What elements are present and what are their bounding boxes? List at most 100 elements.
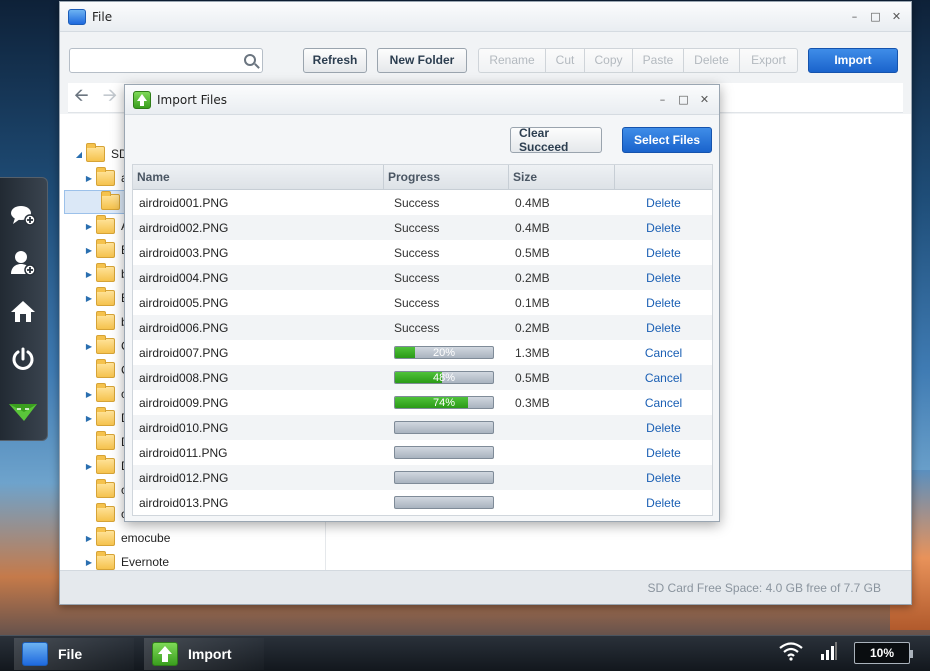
expand-icon[interactable]: ▶: [84, 558, 94, 567]
select-files-button[interactable]: Select Files: [622, 127, 712, 153]
file-name: airdroid004.PNG: [139, 270, 229, 285]
back-arrow-icon[interactable]: 🡨: [74, 83, 89, 113]
delete-link[interactable]: Delete: [615, 215, 712, 240]
delete-link[interactable]: Delete: [615, 240, 712, 265]
delete-link[interactable]: Delete: [615, 465, 712, 490]
file-size: [509, 490, 615, 515]
delete-button[interactable]: Delete: [683, 47, 739, 73]
progress-cell: [384, 465, 509, 490]
folder-icon: [96, 335, 115, 354]
battery-indicator[interactable]: 10%: [854, 641, 913, 664]
copy-button[interactable]: Copy: [584, 47, 632, 73]
close-icon[interactable]: ✕: [698, 93, 711, 106]
search-box: [69, 47, 263, 73]
folder-icon: [96, 287, 115, 306]
upload-status: Success: [394, 320, 440, 335]
signal-icon[interactable]: [820, 642, 838, 663]
taskbar: File Import 10%: [0, 635, 930, 671]
search-icon[interactable]: [244, 53, 256, 66]
rename-button[interactable]: Rename: [478, 47, 545, 73]
user-add-icon[interactable]: [8, 248, 38, 278]
file-name: airdroid010.PNG: [139, 420, 229, 435]
upload-status: Success: [394, 245, 440, 260]
minimize-icon[interactable]: –: [848, 10, 861, 23]
file-size: 0.3MB: [515, 395, 550, 410]
progress-text: 74%: [432, 397, 456, 409]
expand-icon[interactable]: ▶: [84, 174, 94, 183]
import-dialog-titlebar[interactable]: Import Files – □ ✕: [125, 85, 719, 115]
folder-icon: [96, 407, 115, 426]
file-window-title: File: [92, 9, 113, 24]
export-button[interactable]: Export: [739, 47, 798, 73]
delete-link[interactable]: Delete: [615, 315, 712, 340]
airdroid-logo-icon[interactable]: [8, 396, 38, 426]
wifi-icon[interactable]: [778, 641, 804, 664]
file-size: 0.5MB: [515, 245, 550, 260]
search-input[interactable]: [74, 49, 234, 71]
taskbar-item-import[interactable]: Import: [144, 638, 264, 670]
file-name: airdroid009.PNG: [139, 395, 229, 410]
file-size: 0.2MB: [515, 270, 550, 285]
expand-icon[interactable]: ▶: [84, 270, 94, 279]
power-icon[interactable]: [8, 344, 38, 374]
expand-icon[interactable]: ▶: [84, 414, 94, 423]
progress-text: [395, 497, 493, 508]
progress-bar: 20%: [394, 346, 494, 359]
column-header-size[interactable]: Size: [509, 165, 615, 189]
clear-succeed-button[interactable]: Clear Succeed: [510, 126, 602, 154]
delete-link[interactable]: Delete: [615, 290, 712, 315]
close-icon[interactable]: ✕: [890, 10, 903, 23]
file-size: [509, 465, 615, 490]
home-icon[interactable]: [8, 296, 38, 326]
expand-icon[interactable]: ▶: [84, 342, 94, 351]
new-folder-button[interactable]: New Folder: [377, 47, 467, 73]
cancel-link[interactable]: Cancel: [615, 340, 712, 365]
expand-icon[interactable]: ▶: [84, 534, 94, 543]
file-window-titlebar[interactable]: File – □ ✕: [60, 2, 911, 32]
import-dialog: Import Files – □ ✕ Clear Succeed Select …: [124, 84, 720, 522]
paste-button[interactable]: Paste: [632, 47, 683, 73]
cancel-link[interactable]: Cancel: [615, 365, 712, 390]
left-dock: [0, 177, 48, 441]
progress-cell: 48%: [384, 365, 509, 390]
progress-bar: 74%: [394, 396, 494, 409]
refresh-button[interactable]: Refresh: [303, 47, 367, 73]
table-row: airdroid007.PNG 20% 1.3MB Cancel: [133, 340, 712, 365]
column-header-name[interactable]: Name: [133, 165, 384, 189]
delete-link[interactable]: Delete: [615, 440, 712, 465]
import-icon: [133, 90, 151, 109]
expand-icon[interactable]: ▶: [84, 294, 94, 303]
delete-link[interactable]: Delete: [615, 265, 712, 290]
tree-item[interactable]: ▶ emocube: [60, 526, 325, 550]
table-row: airdroid012.PNG Delete: [133, 465, 712, 490]
expand-icon[interactable]: ▶: [84, 390, 94, 399]
folder-icon: [96, 479, 115, 498]
column-header-progress[interactable]: Progress: [384, 165, 509, 189]
folder-icon: [96, 431, 115, 450]
cut-button[interactable]: Cut: [545, 47, 584, 73]
file-name: airdroid008.PNG: [139, 370, 229, 385]
progress-bar: [394, 421, 494, 434]
minimize-icon[interactable]: –: [656, 93, 669, 106]
collapse-icon[interactable]: ◢: [74, 150, 84, 159]
delete-link[interactable]: Delete: [615, 415, 712, 440]
table-row: airdroid001.PNG Success 0.4MB Delete: [133, 190, 712, 215]
folder-icon: [96, 503, 115, 522]
cancel-link[interactable]: Cancel: [615, 390, 712, 415]
forward-arrow-icon[interactable]: 🡪: [103, 83, 118, 113]
delete-link[interactable]: Delete: [615, 190, 712, 215]
expand-icon[interactable]: ▶: [84, 246, 94, 255]
maximize-icon[interactable]: □: [869, 10, 882, 23]
expand-icon[interactable]: ▶: [84, 222, 94, 231]
expand-icon[interactable]: ▶: [84, 462, 94, 471]
progress-cell: [384, 490, 509, 515]
delete-link[interactable]: Delete: [615, 490, 712, 515]
progress-cell: 74%: [384, 390, 509, 415]
tree-item[interactable]: ▶ Evernote: [60, 550, 325, 572]
folder-icon: [101, 191, 120, 210]
file-name: airdroid011.PNG: [139, 445, 228, 460]
taskbar-item-file[interactable]: File: [14, 638, 134, 670]
maximize-icon[interactable]: □: [677, 93, 690, 106]
chat-add-icon[interactable]: [8, 200, 38, 230]
import-button[interactable]: Import: [808, 47, 898, 73]
